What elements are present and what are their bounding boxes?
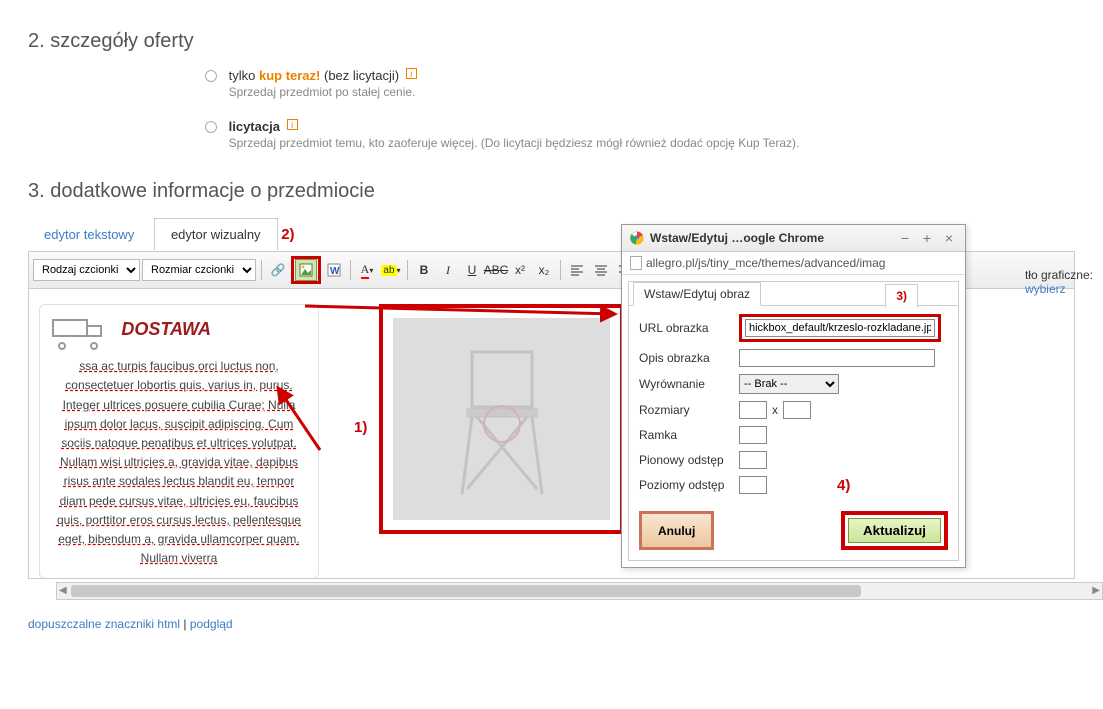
minimize-icon[interactable]: − (897, 230, 913, 246)
window-title-bar[interactable]: Wstaw/Edytuj …oogle Chrome − + × (622, 225, 965, 252)
marker-3: 3) (885, 284, 918, 308)
border-input[interactable] (739, 426, 767, 444)
highlight-icon[interactable]: ab▾ (380, 259, 402, 281)
url-label: URL obrazka (639, 321, 739, 335)
paste-word-icon[interactable]: W (323, 259, 345, 281)
bold-icon[interactable]: B (413, 259, 435, 281)
close-icon[interactable]: × (941, 230, 957, 246)
vspace-input[interactable] (739, 451, 767, 469)
dialog-tab[interactable]: Wstaw/Edytuj obraz (633, 282, 761, 306)
align-center-icon[interactable] (590, 259, 612, 281)
scroll-thumb[interactable] (71, 585, 861, 597)
strike-icon[interactable]: ABC (485, 259, 507, 281)
chair-image (437, 334, 567, 504)
tab-visual-editor[interactable]: edytor wizualny (154, 218, 278, 251)
section-2-title: 2. szczegóły oferty (28, 30, 1103, 53)
superscript-icon[interactable]: x² (509, 259, 531, 281)
url-highlight (739, 314, 941, 342)
choose-bg-link[interactable]: wybierz (1025, 282, 1066, 296)
image-url-input[interactable] (745, 319, 935, 337)
option-buy-now-sub: Sprzedaj przedmiot po stałej cenie. (229, 85, 417, 99)
address-text: allegro.pl/js/tiny_mce/themes/advanced/i… (646, 256, 885, 270)
font-color-icon[interactable]: A▾ (356, 259, 378, 281)
dims-label: Rozmiary (639, 403, 739, 417)
sidebar-bg: tło graficzne: wybierz (1025, 268, 1093, 296)
info-icon[interactable]: i (287, 119, 298, 130)
subscript-icon[interactable]: x₂ (533, 259, 555, 281)
insert-image-highlight (291, 256, 321, 284)
window-title: Wstaw/Edytuj …oogle Chrome (650, 231, 891, 245)
allowed-tags-link[interactable]: dopuszczalne znaczniki html (28, 617, 180, 631)
hspace-input[interactable] (739, 476, 767, 494)
font-family-select[interactable]: Rodzaj czcionki (33, 259, 140, 281)
hpad-label: Poziomy odstęp (639, 478, 739, 492)
dialog-panel: Wstaw/Edytuj obraz 3) URL obrazka Opis o… (628, 281, 959, 561)
option-buy-now-label: tylko kup teraz! (bez licytacji) i (229, 68, 417, 83)
desc-label: Opis obrazka (639, 351, 739, 365)
italic-icon[interactable]: I (437, 259, 459, 281)
option-auction-sub: Sprzedaj przedmiot temu, kto zaoferuje w… (229, 136, 800, 150)
marker-1: 1) (354, 419, 367, 436)
delivery-title: DOSTAWA (121, 315, 211, 344)
option-buy-now[interactable]: tylko kup teraz! (bez licytacji) i Sprze… (205, 68, 1103, 99)
maximize-icon[interactable]: + (919, 230, 935, 246)
option-auction-label: licytacja i (229, 119, 298, 134)
bottom-links: dopuszczalne znaczniki html | podgląd (28, 617, 1075, 631)
arrow-2 (300, 294, 620, 329)
radio-buy-now[interactable] (205, 70, 217, 82)
align-select[interactable]: -- Brak -- (739, 374, 839, 394)
scroll-right-icon[interactable]: ▶ (1092, 585, 1100, 596)
horizontal-scrollbar[interactable]: ◀ ▶ (56, 582, 1103, 600)
svg-text:W: W (330, 266, 340, 277)
page-icon (630, 256, 642, 270)
image-desc-input[interactable] (739, 349, 935, 367)
section-3-title: 3. dodatkowe informacje o przedmiocie (28, 180, 1103, 203)
insert-image-icon[interactable] (295, 259, 317, 281)
image-dialog-window: Wstaw/Edytuj …oogle Chrome − + × allegro… (621, 224, 966, 568)
tab-text-editor[interactable]: edytor tekstowy (28, 219, 150, 250)
radio-auction[interactable] (205, 121, 217, 133)
align-left-icon[interactable] (566, 259, 588, 281)
vpad-label: Pionowy odstęp (639, 453, 739, 467)
update-button[interactable]: Aktualizuj (848, 518, 941, 543)
chrome-icon (630, 231, 644, 245)
align-label: Wyrównanie (639, 377, 739, 391)
link-icon[interactable]: 🔗 (267, 259, 289, 281)
border-label: Ramka (639, 428, 739, 442)
address-bar[interactable]: allegro.pl/js/tiny_mce/themes/advanced/i… (622, 252, 965, 275)
scroll-left-icon[interactable]: ◀ (59, 585, 67, 596)
update-highlight: Aktualizuj (841, 511, 948, 550)
underline-icon[interactable]: U (461, 259, 483, 281)
font-size-select[interactable]: Rozmiar czcionki (142, 259, 256, 281)
marker-2: 2) (281, 226, 294, 243)
info-icon[interactable]: i (406, 68, 417, 79)
cancel-button[interactable]: Anuluj (639, 511, 714, 550)
option-auction[interactable]: licytacja i Sprzedaj przedmiot temu, kto… (205, 119, 1103, 150)
height-input[interactable] (783, 401, 811, 419)
preview-link[interactable]: podgląd (190, 617, 233, 631)
lorem-text: ssa ac turpis faucibus orci luctus non, … (52, 357, 306, 568)
arrow-1 (270, 380, 330, 460)
truck-icon (52, 315, 112, 347)
width-input[interactable] (739, 401, 767, 419)
selected-image-box[interactable] (379, 304, 624, 534)
marker-4: 4) (837, 477, 850, 494)
